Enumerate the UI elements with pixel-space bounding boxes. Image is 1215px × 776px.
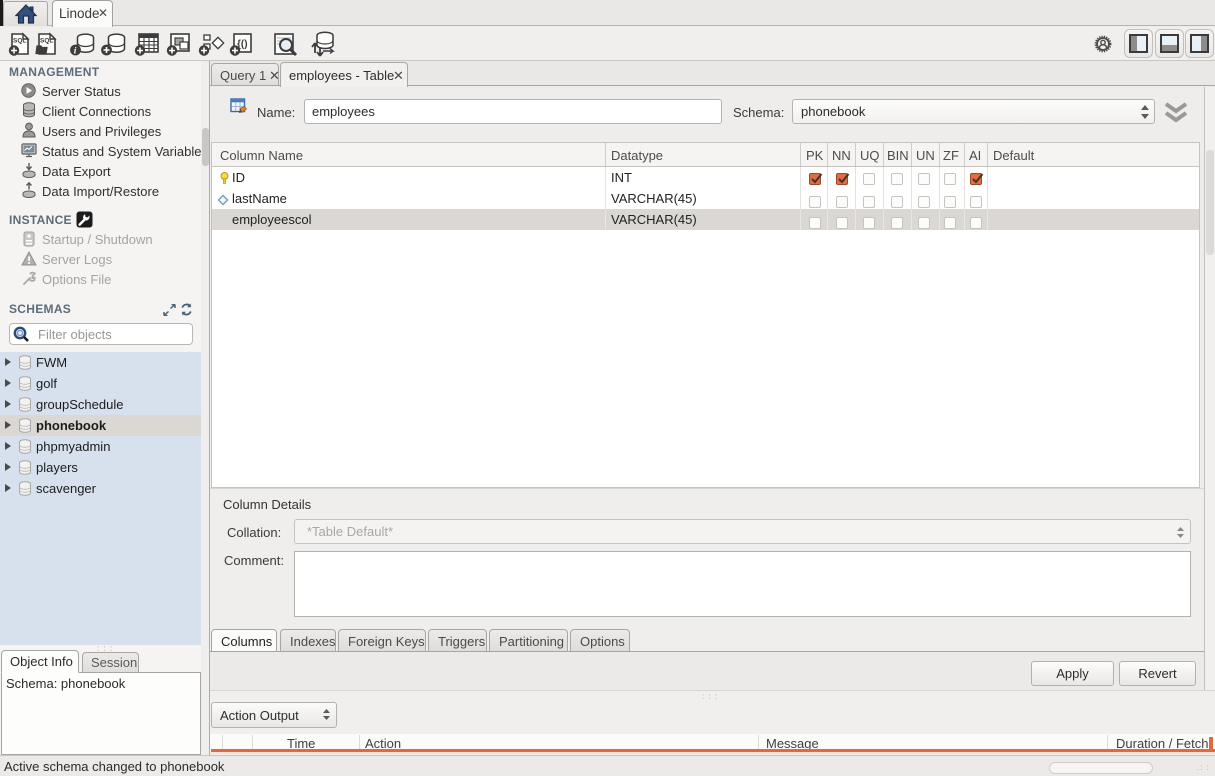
svg-text:SQL: SQL: [13, 38, 26, 45]
svg-text:SQL: SQL: [40, 38, 53, 45]
svg-text:i: i: [74, 47, 77, 57]
